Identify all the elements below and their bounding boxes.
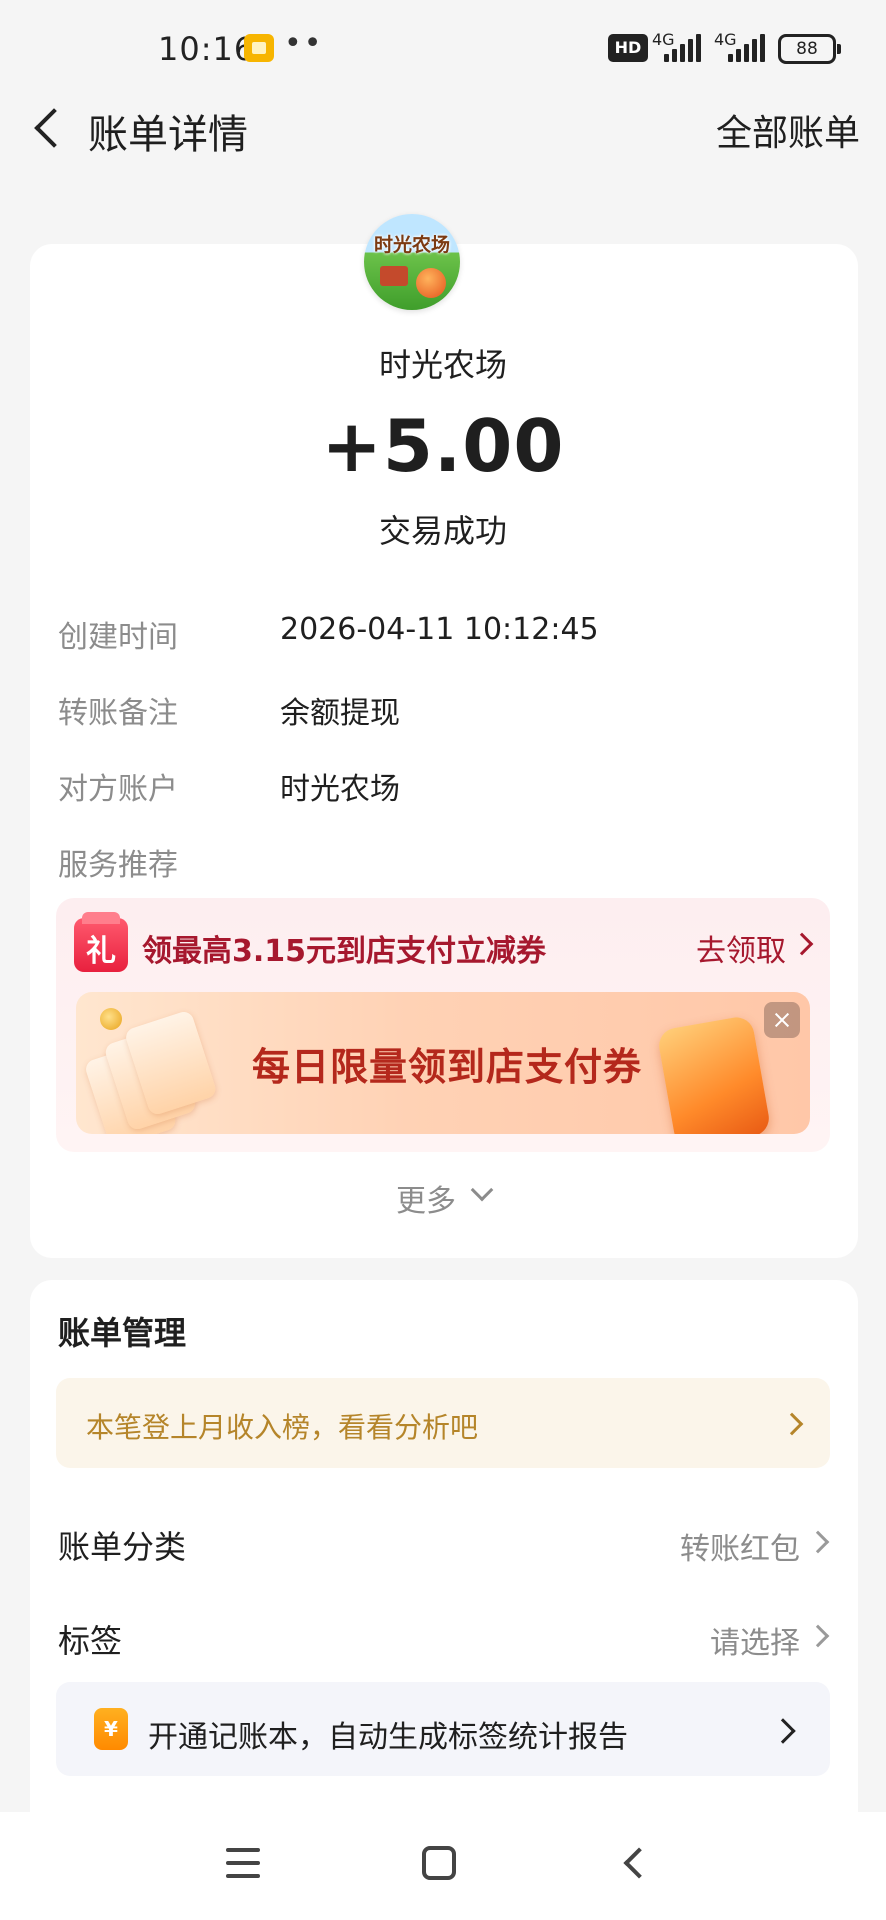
all-bills-link[interactable]: 全部账单 [716,104,860,156]
logo-fruit-shape [416,268,446,298]
detail-label-service-recommend: 服务推荐 [58,848,178,883]
status-bar: 10:16 •• HD 4G 4G 88 [0,0,886,96]
income-analysis-text[interactable]: 本笔登上月收入榜，看看分析吧 [86,1406,478,1446]
merchant-name: 时光农场 [378,346,507,384]
page-title: 账单详情 [88,112,248,158]
claim-coupon-link[interactable]: 去领取 [696,926,786,970]
detail-value-created-time: 2026-04-11 10:12:45 [280,612,599,647]
detail-label-counterparty: 对方账户 [58,772,178,807]
logo-barn-shape [380,266,408,286]
banner-text: 每日限量领到店支付券 [252,1045,643,1089]
logo-text: 时光农场 [373,234,450,256]
signal-icon-2 [726,34,765,62]
signal-icon-1 [662,34,701,62]
gift-icon: 礼 [74,912,128,972]
hd-voice-icon: HD [608,34,648,62]
battery-icon: 88 [778,34,841,64]
ledger-promo-text[interactable]: 开通记账本，自动生成标签统计报告 [148,1712,628,1756]
ledger-book-icon: ¥ [94,1708,128,1750]
status-time: 10:16 [158,30,256,68]
recent-apps-menu-icon[interactable] [226,1848,262,1878]
promo-title[interactable]: 领最高3.15元到店支付立减券 [142,926,546,970]
detail-label-created-time: 创建时间 [58,620,178,655]
more-button[interactable]: 更多 [396,1176,456,1220]
detail-value-counterparty: 时光农场 [280,772,400,807]
coin-icon [100,1008,122,1030]
payment-card-icon [656,1014,772,1134]
back-arrow-icon[interactable] [28,104,68,152]
section-title-bill-manage: 账单管理 [58,1314,187,1352]
more-notifications-dots: •• [284,26,324,61]
bill-category-label: 账单分类 [58,1528,187,1566]
tag-label: 标签 [58,1622,123,1660]
home-icon[interactable] [422,1846,456,1880]
gift-char: 礼 [86,934,116,969]
notification-app-icon [244,34,274,62]
merchant-logo: 时光农场 [364,214,460,310]
ticket-stack-icon [80,1009,231,1134]
close-icon[interactable] [764,1002,800,1038]
coupon-banner[interactable]: 每日限量领到店支付券 [76,992,810,1134]
bill-category-value[interactable]: 转账红包 [680,1524,800,1568]
transaction-amount: +5.00 [321,404,565,488]
detail-value-transfer-note: 余额提现 [280,696,400,731]
tag-select[interactable]: 请选择 [710,1618,800,1662]
transaction-status: 交易成功 [378,512,507,550]
detail-label-transfer-note: 转账备注 [58,696,178,731]
